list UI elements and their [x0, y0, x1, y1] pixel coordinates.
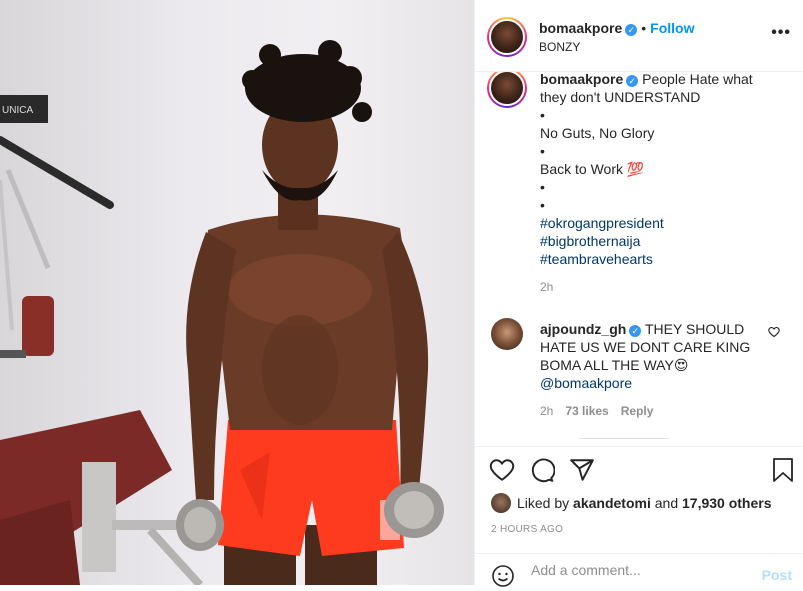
share-send-icon[interactable] [569, 457, 595, 486]
follow-button[interactable]: Follow [650, 20, 694, 36]
post-photo[interactable]: UNICA [0, 0, 474, 585]
save-bookmark-icon[interactable] [771, 457, 795, 486]
caption-time[interactable]: 2h [540, 280, 553, 294]
liker-avatar[interactable] [491, 493, 511, 513]
caption-line: they don't UNDERSTAND [540, 89, 701, 105]
comment-meta: 2h 73 likes Reply [540, 404, 665, 418]
caption-line: • [540, 179, 545, 195]
post-actions: Liked by akandetomi and 17,930 others 2 … [475, 446, 803, 587]
emoji-smiley-icon[interactable] [491, 564, 515, 591]
view-replies-ghost [579, 438, 669, 444]
author-username[interactable]: bomaakpore [539, 20, 622, 36]
verified-badge-icon: ✓ [625, 24, 638, 36]
post-header: bomaakpore ✓ • Follow BONZY ••• [475, 0, 803, 72]
hashtag-link[interactable]: #bigbrothernaija [540, 232, 790, 250]
caption-line: • [540, 107, 545, 123]
comments-section[interactable]: bomaakpore ✓ People Hate what they don't … [475, 72, 803, 445]
caption-line: No Guts, No Glory [540, 125, 655, 141]
liked-by-and: and [654, 495, 679, 511]
more-options-icon[interactable]: ••• [771, 24, 791, 42]
comment-time[interactable]: 2h [540, 404, 553, 418]
caption-text: bomaakpore ✓ People Hate what they don't … [540, 72, 790, 268]
svg-text:UNICA: UNICA [2, 105, 33, 116]
comment-likes[interactable]: 73 likes [565, 404, 608, 418]
comment-like-heart-icon[interactable] [768, 326, 780, 341]
caption-line: • [540, 197, 545, 213]
liked-by-prefix: Liked by [517, 495, 570, 511]
hashtag-link[interactable]: #okrogangpresident [540, 214, 790, 232]
caption-line: People Hate what [642, 72, 753, 87]
comment-text: ajpoundz_gh ✓ THEY SHOULD HATE US WE DONT… [540, 320, 760, 392]
mention-link[interactable]: @bomaakpore [540, 375, 632, 391]
author-line: bomaakpore ✓ • Follow [539, 20, 694, 36]
verified-badge-icon: ✓ [629, 325, 642, 337]
post-comment-button[interactable]: Post [762, 567, 792, 583]
caption-line: Back to Work 💯 [540, 161, 645, 177]
caption-username[interactable]: bomaakpore [540, 72, 623, 87]
add-comment-row: Post [475, 553, 803, 587]
commenter-avatar[interactable] [491, 318, 523, 350]
author-avatar[interactable] [487, 17, 527, 57]
add-comment-input[interactable] [531, 562, 731, 578]
verified-badge-icon: ✓ [626, 75, 639, 87]
reply-button[interactable]: Reply [621, 404, 654, 418]
commenter-username[interactable]: ajpoundz_gh [540, 321, 626, 337]
liked-by-user[interactable]: akandetomi [573, 495, 651, 511]
likes-summary: Liked by akandetomi and 17,930 others [491, 493, 772, 513]
caption-line: • [540, 143, 545, 159]
post-detail-panel: bomaakpore ✓ • Follow BONZY ••• bomaakpore ✓… [474, 0, 803, 587]
post-location[interactable]: BONZY [539, 40, 580, 54]
hashtag-link[interactable]: #teambravehearts [540, 250, 790, 268]
comment-bubble-icon[interactable] [529, 457, 556, 486]
post-image: UNICA [0, 40, 444, 585]
like-heart-icon[interactable] [489, 457, 515, 486]
liked-by-others[interactable]: 17,930 others [682, 495, 772, 511]
caption-avatar[interactable] [487, 72, 527, 108]
separator-dot: • [641, 20, 647, 36]
post-timestamp[interactable]: 2 HOURS AGO [491, 524, 563, 535]
